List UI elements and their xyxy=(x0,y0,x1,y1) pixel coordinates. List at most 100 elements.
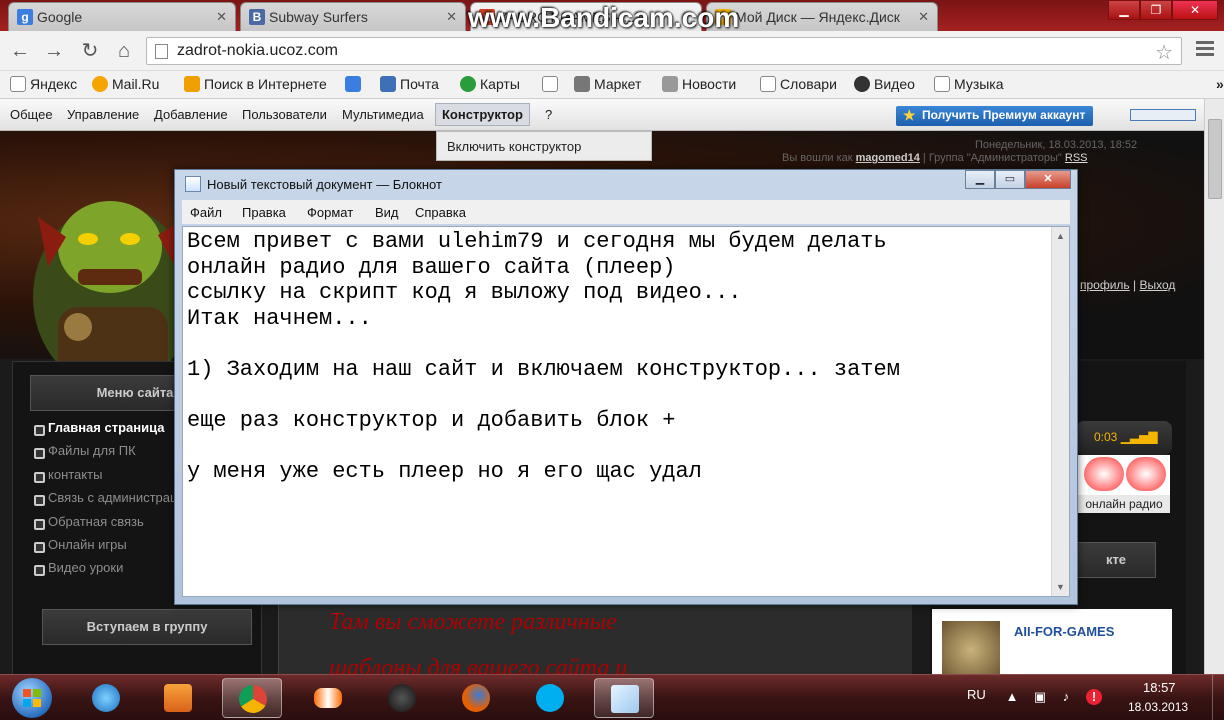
system-tray: RU ▲ ▣ ♪ ! 18:57 18.03.2013 xyxy=(960,675,1224,720)
radio-player[interactable]: 0:03 ▁▃▅▇ xyxy=(1076,421,1172,455)
notepad-scrollbar[interactable]: ▲ ▼ xyxy=(1051,227,1069,596)
home-button[interactable]: ⌂ xyxy=(112,39,136,63)
bookmark-video[interactable]: Видео xyxy=(854,76,915,92)
menu-item-feedback[interactable]: Обратная связь xyxy=(34,514,144,530)
panel-menu-constructor[interactable]: Конструктор xyxy=(435,103,530,126)
taskbar-internet-explorer[interactable] xyxy=(76,678,136,718)
panel-slider[interactable] xyxy=(1130,109,1196,121)
taskbar-skype[interactable] xyxy=(520,678,580,718)
volume-icon[interactable]: ♪ xyxy=(1058,689,1074,705)
bookmark-mail[interactable]: Почта xyxy=(380,76,439,92)
page-icon xyxy=(10,76,26,92)
taskbar-media-player[interactable] xyxy=(148,678,208,718)
market-icon xyxy=(574,76,590,92)
menu-item-online-games[interactable]: Онлайн игры xyxy=(34,537,127,553)
bookmark-label: Mail.Ru xyxy=(112,76,160,92)
username-link[interactable]: magomed14 xyxy=(856,152,920,164)
blogger-icon: B xyxy=(249,9,265,25)
game-label[interactable]: AII-FOR-GAMES xyxy=(1014,624,1114,639)
page-icon xyxy=(760,76,776,92)
start-button[interactable] xyxy=(12,678,52,718)
notepad-close-button[interactable]: ✕ xyxy=(1025,170,1071,189)
windows-logo-icon xyxy=(23,689,41,707)
close-tab-icon[interactable]: ✕ xyxy=(216,9,227,25)
taskbar-notepad[interactable] xyxy=(594,678,654,718)
notepad-maximize-button[interactable]: ▭ xyxy=(995,170,1025,189)
bookmark-star-icon[interactable]: ☆ xyxy=(1155,40,1173,65)
news-icon xyxy=(662,76,678,92)
close-tab-icon[interactable]: ✕ xyxy=(918,9,929,25)
game-thumbnail xyxy=(942,621,1000,674)
scroll-down-icon[interactable]: ▼ xyxy=(1056,582,1065,592)
alert-icon[interactable]: ! xyxy=(1086,689,1102,705)
reload-button[interactable]: ↻ xyxy=(78,39,102,63)
logout-link[interactable]: Выход xyxy=(1139,278,1175,292)
close-tab-icon[interactable]: ✕ xyxy=(446,9,457,25)
panel-menu-general[interactable]: Общее xyxy=(10,107,53,122)
radio-station-logos[interactable] xyxy=(1078,455,1170,495)
close-window-button[interactable]: ✕ xyxy=(1172,0,1218,20)
notepad-text[interactable]: Всем привет с вами ulehim79 и сегодня мы… xyxy=(187,229,900,484)
bookmarks-bar: Яндекс Mail.Ru Поиск в Интернете Почта К… xyxy=(0,71,1224,99)
menu-format[interactable]: Формат xyxy=(307,205,353,220)
panel-menu-manage[interactable]: Управление xyxy=(67,107,139,122)
bookmark-label: Почта xyxy=(400,76,439,92)
bookmark-market[interactable]: Маркет xyxy=(574,76,641,92)
taskbar-audio[interactable] xyxy=(372,678,432,718)
show-hidden-icons-icon[interactable]: ▲ xyxy=(1004,689,1020,705)
menu-item-contacts[interactable]: контакты xyxy=(34,467,102,483)
back-button[interactable]: ← xyxy=(8,39,32,63)
language-indicator[interactable]: RU xyxy=(967,687,986,702)
menu-item-video-lessons[interactable]: Видео уроки xyxy=(34,560,123,576)
bookmark-dictionary[interactable]: Словари xyxy=(760,76,837,92)
maximize-button[interactable]: ❐ xyxy=(1140,0,1172,20)
page-scrollbar[interactable] xyxy=(1204,99,1224,674)
scroll-up-icon[interactable]: ▲ xyxy=(1056,231,1065,241)
user-group: | Группа "Администраторы" xyxy=(922,152,1062,164)
taskbar-firefox[interactable] xyxy=(446,678,506,718)
game-card[interactable]: AII-FOR-GAMES xyxy=(932,609,1172,674)
taskbar-fish-app[interactable] xyxy=(298,678,358,718)
clock-time[interactable]: 18:57 xyxy=(1143,680,1176,695)
bookmark-music[interactable]: Музыка xyxy=(934,76,1004,92)
bookmark-label: Маркет xyxy=(594,76,642,92)
bookmark-maps[interactable]: Карты xyxy=(460,76,520,92)
panel-menu-users[interactable]: Пользователи xyxy=(242,107,327,122)
menu-edit[interactable]: Правка xyxy=(242,205,286,220)
rss-link[interactable]: RSS xyxy=(1065,152,1088,164)
bookmarks-overflow-icon[interactable]: » xyxy=(1196,76,1224,92)
menu-icon[interactable] xyxy=(1196,41,1214,59)
menu-item-pc-files[interactable]: Файлы для ПК xyxy=(34,443,136,459)
taskbar-chrome[interactable] xyxy=(222,678,282,718)
join-group-header[interactable]: Вступаем в группу xyxy=(42,609,252,645)
bookmark-search[interactable]: Поиск в Интернете xyxy=(184,76,327,92)
notepad-minimize-button[interactable]: ▁ xyxy=(965,170,995,189)
notepad-text-area[interactable]: Всем привет с вами ulehim79 и сегодня мы… xyxy=(182,226,1070,597)
menu-help[interactable]: Справка xyxy=(415,205,466,220)
tab-subway-surfers[interactable]: B Subway Surfers ✕ xyxy=(240,2,466,31)
menu-file[interactable]: Файл xyxy=(190,205,222,220)
tab-yandex-disk[interactable]: Я Мой Диск — Яндекс.Диск ✕ xyxy=(706,2,938,31)
bookmark-news[interactable]: Новости xyxy=(662,76,736,92)
show-desktop-button[interactable] xyxy=(1212,675,1224,720)
internet-explorer-icon xyxy=(92,684,120,712)
bookmark-yandex[interactable]: Яндекс xyxy=(10,76,77,92)
tab-google[interactable]: g Google ✕ xyxy=(8,2,236,31)
panel-menu-multimedia[interactable]: Мультимедиа xyxy=(342,107,424,122)
enable-constructor-item[interactable]: Включить конструктор xyxy=(447,139,581,154)
premium-button[interactable]: ★ Получить Премиум аккаунт xyxy=(896,106,1094,126)
network-icon[interactable]: ▣ xyxy=(1032,689,1048,705)
menu-view[interactable]: Вид xyxy=(375,205,399,220)
minimize-button[interactable]: ▁ xyxy=(1108,0,1140,20)
panel-menu-add[interactable]: Добавление xyxy=(154,107,228,122)
scrollbar-thumb[interactable] xyxy=(1208,119,1222,199)
panel-menu-help[interactable]: ? xyxy=(545,107,552,122)
bookmark-mailru[interactable]: Mail.Ru xyxy=(92,76,159,92)
profile-link[interactable]: профиль xyxy=(1080,278,1130,292)
address-bar[interactable]: zadrot-nokia.ucoz.com ☆ xyxy=(146,37,1182,65)
clock-date[interactable]: 18.03.2013 xyxy=(1128,700,1188,714)
menu-item-home[interactable]: Главная страница xyxy=(34,420,164,436)
media-player-icon xyxy=(164,684,192,712)
forward-button[interactable]: → xyxy=(42,39,66,63)
bookmark-label: Поиск в Интернете xyxy=(204,76,327,92)
